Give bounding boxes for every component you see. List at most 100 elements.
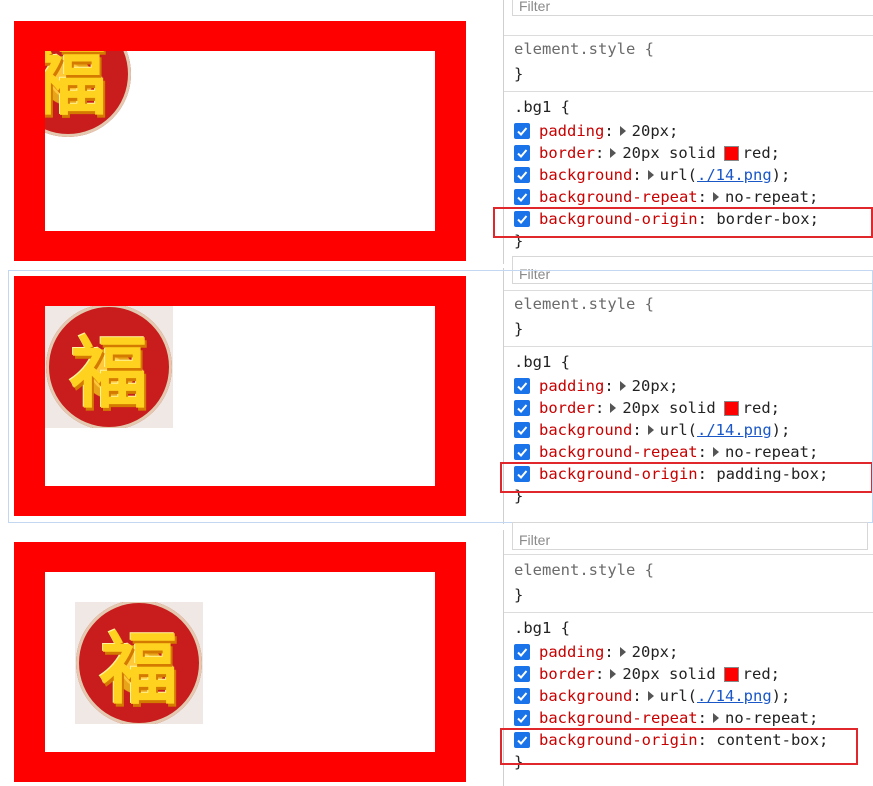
checkbox-background[interactable] [514,422,530,438]
panel-border-box: 福 Filter element.style { } .bg1 { paddin… [0,0,873,264]
color-swatch-icon[interactable] [723,145,739,161]
element-style-close: } [514,65,524,83]
color-name[interactable]: red [743,663,771,685]
checkbox-background[interactable] [514,688,530,704]
prop-value[interactable]: 20px solid [622,142,715,164]
expand-triangle-icon[interactable] [647,170,654,180]
prop-value[interactable]: 20px solid [622,397,715,419]
checkbox-border[interactable] [514,145,530,161]
expand-triangle-icon[interactable] [712,713,719,723]
rule-selector: .bg1 { [514,98,570,116]
prop-name[interactable]: background-repeat [539,707,698,729]
url-close: ); [771,421,791,439]
expand-triangle-icon[interactable] [619,381,626,391]
highlight-box [493,207,873,238]
prop-name[interactable]: padding [539,375,604,397]
checkbox-background-repeat[interactable] [514,189,530,205]
expand-triangle-icon[interactable] [712,447,719,457]
color-name[interactable]: red [743,397,771,419]
url-open: url( [659,687,697,705]
fu-glyph: 福 [99,624,178,715]
prop-border: border: 20px solid red; [514,663,780,685]
divider [504,35,873,36]
element-style-close: } [514,320,524,338]
divider [504,554,873,555]
background-image: 福 [75,602,203,724]
rule-selector: .bg1 { [514,353,570,371]
prop-padding: padding: 20px; [514,375,678,397]
prop-padding: padding: 20px; [514,641,678,663]
prop-name[interactable]: background [539,685,632,707]
element-style-open: element.style { [514,561,654,579]
expand-triangle-icon[interactable] [647,425,654,435]
filter-input[interactable]: Filter [512,256,873,284]
prop-name[interactable]: background [539,419,632,441]
url-close: ); [771,166,791,184]
prop-name[interactable]: border [539,397,595,419]
expand-triangle-icon[interactable] [647,691,654,701]
prop-name[interactable]: padding [539,120,604,142]
color-swatch-icon[interactable] [723,400,739,416]
prop-padding: padding: 20px; [514,120,678,142]
divider [504,346,873,347]
checkbox-border[interactable] [514,666,530,682]
demo-element-preview: 福 [14,276,466,516]
filter-input[interactable]: Filter [512,0,873,16]
prop-value[interactable]: 20px [632,641,669,663]
image-link[interactable]: ./14.png [697,419,772,441]
prop-background-repeat: background-repeat: no-repeat; [514,441,818,463]
prop-name[interactable]: border [539,142,595,164]
prop-background-repeat: background-repeat: no-repeat; [514,186,818,208]
color-name[interactable]: red [743,142,771,164]
color-swatch-icon[interactable] [723,666,739,682]
prop-background: background: url(./14.png); [514,419,790,441]
prop-name[interactable]: padding [539,641,604,663]
prop-name[interactable]: border [539,663,595,685]
prop-border: border: 20px solid red; [514,397,780,419]
demo-element-preview: 福 [14,542,466,782]
divider [504,91,873,92]
fu-glyph: 福 [45,51,107,126]
prop-value[interactable]: 20px [632,120,669,142]
checkbox-border[interactable] [514,400,530,416]
filter-input[interactable]: Filter [512,522,868,550]
prop-name[interactable]: background-repeat [539,186,698,208]
url-open: url( [659,166,697,184]
panel-padding-box: 福 Filter element.style { } .bg1 { paddin… [0,256,873,524]
prop-name[interactable]: background-repeat [539,441,698,463]
url-close: ); [771,687,791,705]
background-image: 福 [45,306,173,428]
expand-triangle-icon[interactable] [610,403,617,413]
checkbox-background[interactable] [514,167,530,183]
checkbox-background-repeat[interactable] [514,444,530,460]
element-style-open: element.style { [514,295,654,313]
prop-value[interactable]: no-repeat [725,707,809,729]
image-link[interactable]: ./14.png [697,164,772,186]
demo-element-preview: 福 [14,21,466,261]
prop-value[interactable]: 20px solid [622,663,715,685]
prop-value[interactable]: no-repeat [725,186,809,208]
element-style-close: } [514,586,524,604]
checkbox-padding[interactable] [514,123,530,139]
expand-triangle-icon[interactable] [619,126,626,136]
prop-value[interactable]: no-repeat [725,441,809,463]
expand-triangle-icon[interactable] [619,647,626,657]
highlight-box [500,462,873,493]
expand-triangle-icon[interactable] [712,192,719,202]
highlight-box [500,728,858,765]
prop-background-repeat: background-repeat: no-repeat; [514,707,818,729]
expand-triangle-icon[interactable] [610,669,617,679]
prop-name[interactable]: background [539,164,632,186]
divider [504,290,873,291]
divider [504,612,873,613]
prop-background: background: url(./14.png); [514,685,790,707]
prop-value[interactable]: 20px [632,375,669,397]
image-link[interactable]: ./14.png [697,685,772,707]
panel-content-box: 福 Filter element.style { } .bg1 { paddin… [0,522,873,786]
checkbox-background-repeat[interactable] [514,710,530,726]
element-style-open: element.style { [514,40,654,58]
background-image: 福 [45,51,157,142]
expand-triangle-icon[interactable] [610,148,617,158]
checkbox-padding[interactable] [514,644,530,660]
checkbox-padding[interactable] [514,378,530,394]
